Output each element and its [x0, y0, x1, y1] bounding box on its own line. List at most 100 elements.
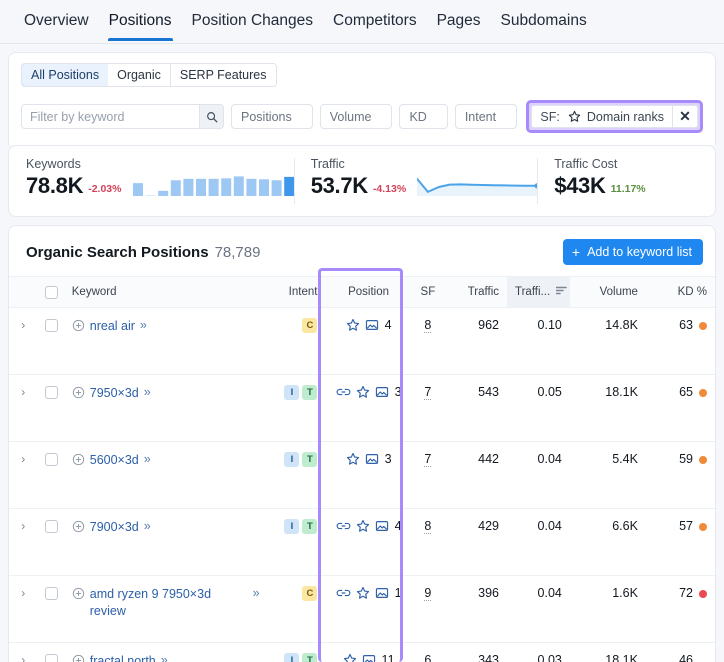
- filter-dropdown-kd[interactable]: KD: [399, 104, 448, 129]
- keyword-expand-icon[interactable]: »: [144, 385, 151, 399]
- expand-row-icon[interactable]: ›: [21, 586, 25, 600]
- keyword-link[interactable]: fractal north: [90, 653, 156, 662]
- expand-row-icon[interactable]: ›: [21, 318, 25, 332]
- expand-row-icon[interactable]: ›: [21, 452, 25, 466]
- row-checkbox[interactable]: [45, 587, 59, 601]
- column-header-expand[interactable]: [9, 276, 38, 308]
- search-button[interactable]: [199, 105, 223, 128]
- image-icon[interactable]: [362, 653, 376, 662]
- image-icon[interactable]: [375, 385, 389, 399]
- nav-tab-subdomains[interactable]: Subdomains: [491, 12, 597, 41]
- intent-badge-i[interactable]: I: [284, 653, 300, 662]
- intent-badge-t[interactable]: T: [302, 452, 318, 468]
- star-icon[interactable]: [356, 385, 370, 399]
- table-row[interactable]: › fractal north » I T 11 6 343 0.03 18.1K 46: [9, 642, 715, 662]
- image-icon[interactable]: [365, 452, 379, 466]
- intent-badge-i[interactable]: I: [284, 452, 300, 468]
- position-type-segmented-control[interactable]: All Positions Organic SERP Features: [21, 63, 277, 87]
- star-icon[interactable]: [356, 586, 370, 600]
- keyword-expand-icon[interactable]: »: [144, 452, 151, 466]
- close-icon[interactable]: ✕: [672, 106, 697, 127]
- nav-tab-competitors[interactable]: Competitors: [323, 12, 427, 41]
- nav-tab-position-changes[interactable]: Position Changes: [182, 12, 324, 41]
- keyword-filter[interactable]: [21, 104, 224, 129]
- intent-badge-i[interactable]: I: [284, 385, 300, 401]
- select-all-checkbox[interactable]: [45, 285, 59, 299]
- intent-badge-c[interactable]: C: [302, 318, 318, 334]
- keyword-expand-icon[interactable]: »: [253, 586, 260, 600]
- star-icon[interactable]: [356, 519, 370, 533]
- sf-value[interactable]: 9: [424, 586, 432, 601]
- sf-value[interactable]: 7: [424, 452, 432, 467]
- segment-serp-features[interactable]: SERP Features: [170, 64, 276, 86]
- column-header-traffic[interactable]: Traffic: [444, 276, 507, 308]
- intent-badge-t[interactable]: T: [302, 653, 318, 662]
- sf-value[interactable]: 8: [424, 519, 432, 534]
- sort-desc-icon[interactable]: [555, 286, 567, 298]
- expand-row-icon[interactable]: ›: [21, 385, 25, 399]
- intent-badge-i[interactable]: I: [284, 519, 300, 535]
- column-header-kd[interactable]: KD %: [645, 276, 715, 308]
- table-row[interactable]: › nreal air » C 4 8 962 0.10 14.8K 63: [9, 307, 715, 375]
- image-icon[interactable]: [365, 318, 379, 332]
- table-row[interactable]: › amd ryzen 9 7950×3d review » C 1 9 396 0.04 1.…: [9, 575, 715, 643]
- nav-tab-pages[interactable]: Pages: [427, 12, 491, 41]
- intent-badge-c[interactable]: C: [302, 586, 318, 602]
- column-header-sf[interactable]: SF: [411, 276, 445, 308]
- keyword-link[interactable]: amd ryzen 9 7950×3d review: [90, 586, 248, 620]
- sf-value[interactable]: 8: [424, 318, 432, 333]
- keyword-expand-icon[interactable]: »: [161, 653, 168, 662]
- sf-value[interactable]: 6: [424, 653, 432, 662]
- row-checkbox[interactable]: [45, 654, 59, 662]
- add-keyword-icon[interactable]: [72, 385, 85, 399]
- star-icon[interactable]: [346, 452, 360, 466]
- expand-row-icon[interactable]: ›: [21, 653, 25, 662]
- column-header-checkbox[interactable]: [37, 276, 64, 308]
- table-row[interactable]: › 7900×3d » I T 4 8 429 0.04 6.6K 57: [9, 508, 715, 576]
- row-checkbox[interactable]: [45, 319, 59, 333]
- image-icon[interactable]: [375, 519, 389, 533]
- column-header-traffic_pct[interactable]: Traffi...: [507, 276, 570, 308]
- intent-badge-t[interactable]: T: [302, 519, 318, 535]
- filter-dropdown-positions[interactable]: Positions: [231, 104, 313, 129]
- star-icon[interactable]: [346, 318, 360, 332]
- nav-tab-overview[interactable]: Overview: [14, 12, 99, 41]
- keyword-link[interactable]: 7900×3d: [90, 519, 139, 536]
- keyword-expand-icon[interactable]: »: [140, 318, 147, 332]
- column-header-volume[interactable]: Volume: [569, 276, 646, 308]
- add-keyword-icon[interactable]: [72, 586, 85, 600]
- link-icon[interactable]: [336, 586, 351, 600]
- serp-feature-chip[interactable]: SF: Domain ranks ✕: [531, 105, 698, 128]
- table-row[interactable]: › 7950×3d » I T 3 7 543 0.05 18.1K 65: [9, 374, 715, 442]
- sf-value[interactable]: 7: [424, 385, 432, 400]
- filter-dropdown-volume[interactable]: Volume: [319, 104, 393, 129]
- expand-row-icon[interactable]: ›: [21, 519, 25, 533]
- keyword-link[interactable]: 5600×3d: [90, 452, 139, 469]
- row-checkbox[interactable]: [45, 386, 59, 400]
- search-input[interactable]: [22, 105, 199, 128]
- link-icon[interactable]: [336, 385, 351, 399]
- segment-all-positions[interactable]: All Positions: [21, 64, 110, 86]
- keyword-link[interactable]: nreal air: [90, 318, 135, 335]
- intent-badge-t[interactable]: T: [302, 385, 318, 401]
- add-keyword-icon[interactable]: [72, 318, 85, 332]
- column-header-position[interactable]: Position: [325, 276, 412, 308]
- nav-tab-positions[interactable]: Positions: [99, 12, 182, 41]
- image-icon[interactable]: [375, 586, 389, 600]
- column-header-keyword[interactable]: Keyword: [63, 276, 267, 308]
- segment-organic[interactable]: Organic: [108, 64, 171, 86]
- keyword-link[interactable]: 7950×3d: [90, 385, 139, 402]
- add-keyword-icon[interactable]: [72, 653, 85, 662]
- metric-value: $43K: [554, 173, 606, 198]
- link-icon[interactable]: [336, 519, 351, 533]
- keyword-expand-icon[interactable]: »: [144, 519, 151, 533]
- add-keyword-icon[interactable]: [72, 452, 85, 466]
- star-icon[interactable]: [343, 653, 357, 662]
- table-row[interactable]: › 5600×3d » I T 3 7 442 0.04 5.4K 59: [9, 441, 715, 509]
- row-checkbox[interactable]: [45, 520, 59, 534]
- row-checkbox[interactable]: [45, 453, 59, 467]
- add-to-keyword-list-button[interactable]: + Add to keyword list: [562, 239, 703, 265]
- filter-dropdown-intent[interactable]: Intent: [454, 104, 518, 129]
- add-keyword-icon[interactable]: [72, 519, 85, 533]
- column-header-intent[interactable]: Intent: [266, 276, 326, 308]
